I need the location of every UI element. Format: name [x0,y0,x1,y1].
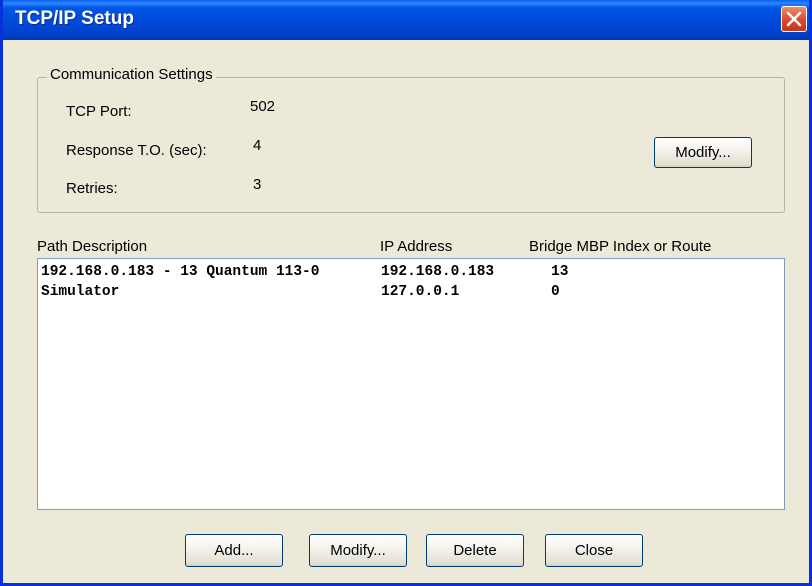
ip-address-header[interactable]: IP Address [380,238,452,255]
title-bar[interactable]: TCP/IP Setup [3,0,809,40]
path-description-cell: 192.168.0.183 - 13 Quantum 113-0 [41,264,320,280]
window-title: TCP/IP Setup [15,8,134,29]
close-window-button[interactable] [781,6,807,32]
ip-address-cell: 127.0.0.1 [381,284,460,300]
list-item[interactable]: 192.168.0.183 - 13 Quantum 113-0 192.168… [38,264,784,284]
tcp-port-value: 502 [250,98,276,115]
tcp-port-label: TCP Port: [66,103,132,120]
modify-settings-button[interactable]: Modify... [654,137,752,168]
retries-value: 3 [253,176,262,193]
path-list[interactable]: 192.168.0.183 - 13 Quantum 113-0 192.168… [37,258,785,510]
path-description-cell: Simulator [41,284,120,300]
add-button[interactable]: Add... [185,534,283,567]
delete-button[interactable]: Delete [426,534,524,567]
bridge-index-header[interactable]: Bridge MBP Index or Route [529,238,711,255]
response-timeout-label: Response T.O. (sec): [66,142,207,159]
bridge-index-cell: 13 [551,264,569,280]
path-description-header[interactable]: Path Description [37,238,147,255]
list-item[interactable]: Simulator 127.0.0.1 0 [38,284,784,304]
ip-address-cell: 192.168.0.183 [381,264,495,280]
bridge-index-cell: 0 [551,284,560,300]
close-button[interactable]: Close [545,534,643,567]
tcpip-setup-dialog: TCP/IP Setup Communication Settings TCP … [0,0,812,586]
response-timeout-value: 4 [253,137,262,154]
retries-label: Retries: [66,180,118,197]
close-icon [786,11,802,27]
communication-settings-label: Communication Settings [47,66,216,83]
modify-path-button[interactable]: Modify... [309,534,407,567]
